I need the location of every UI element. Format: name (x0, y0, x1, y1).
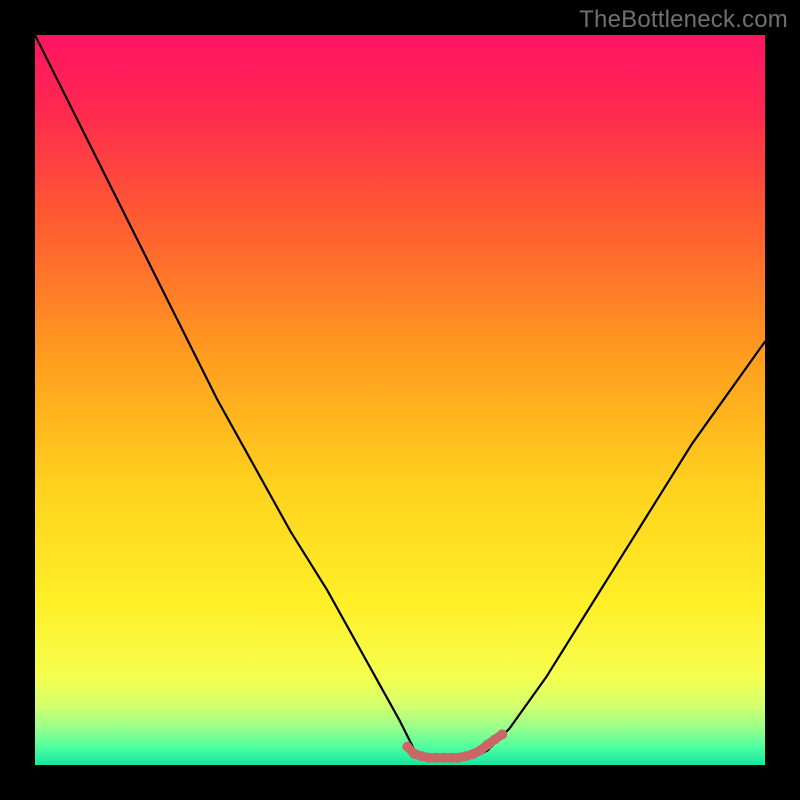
plateau-dot (402, 742, 412, 752)
plot-area (35, 35, 765, 765)
chart-container: TheBottleneck.com (0, 0, 800, 800)
plateau-dots (402, 729, 507, 762)
bottleneck-curve (35, 35, 765, 758)
curve-layer (35, 35, 765, 765)
attribution-label: TheBottleneck.com (579, 6, 788, 34)
plateau-dot (497, 729, 507, 739)
